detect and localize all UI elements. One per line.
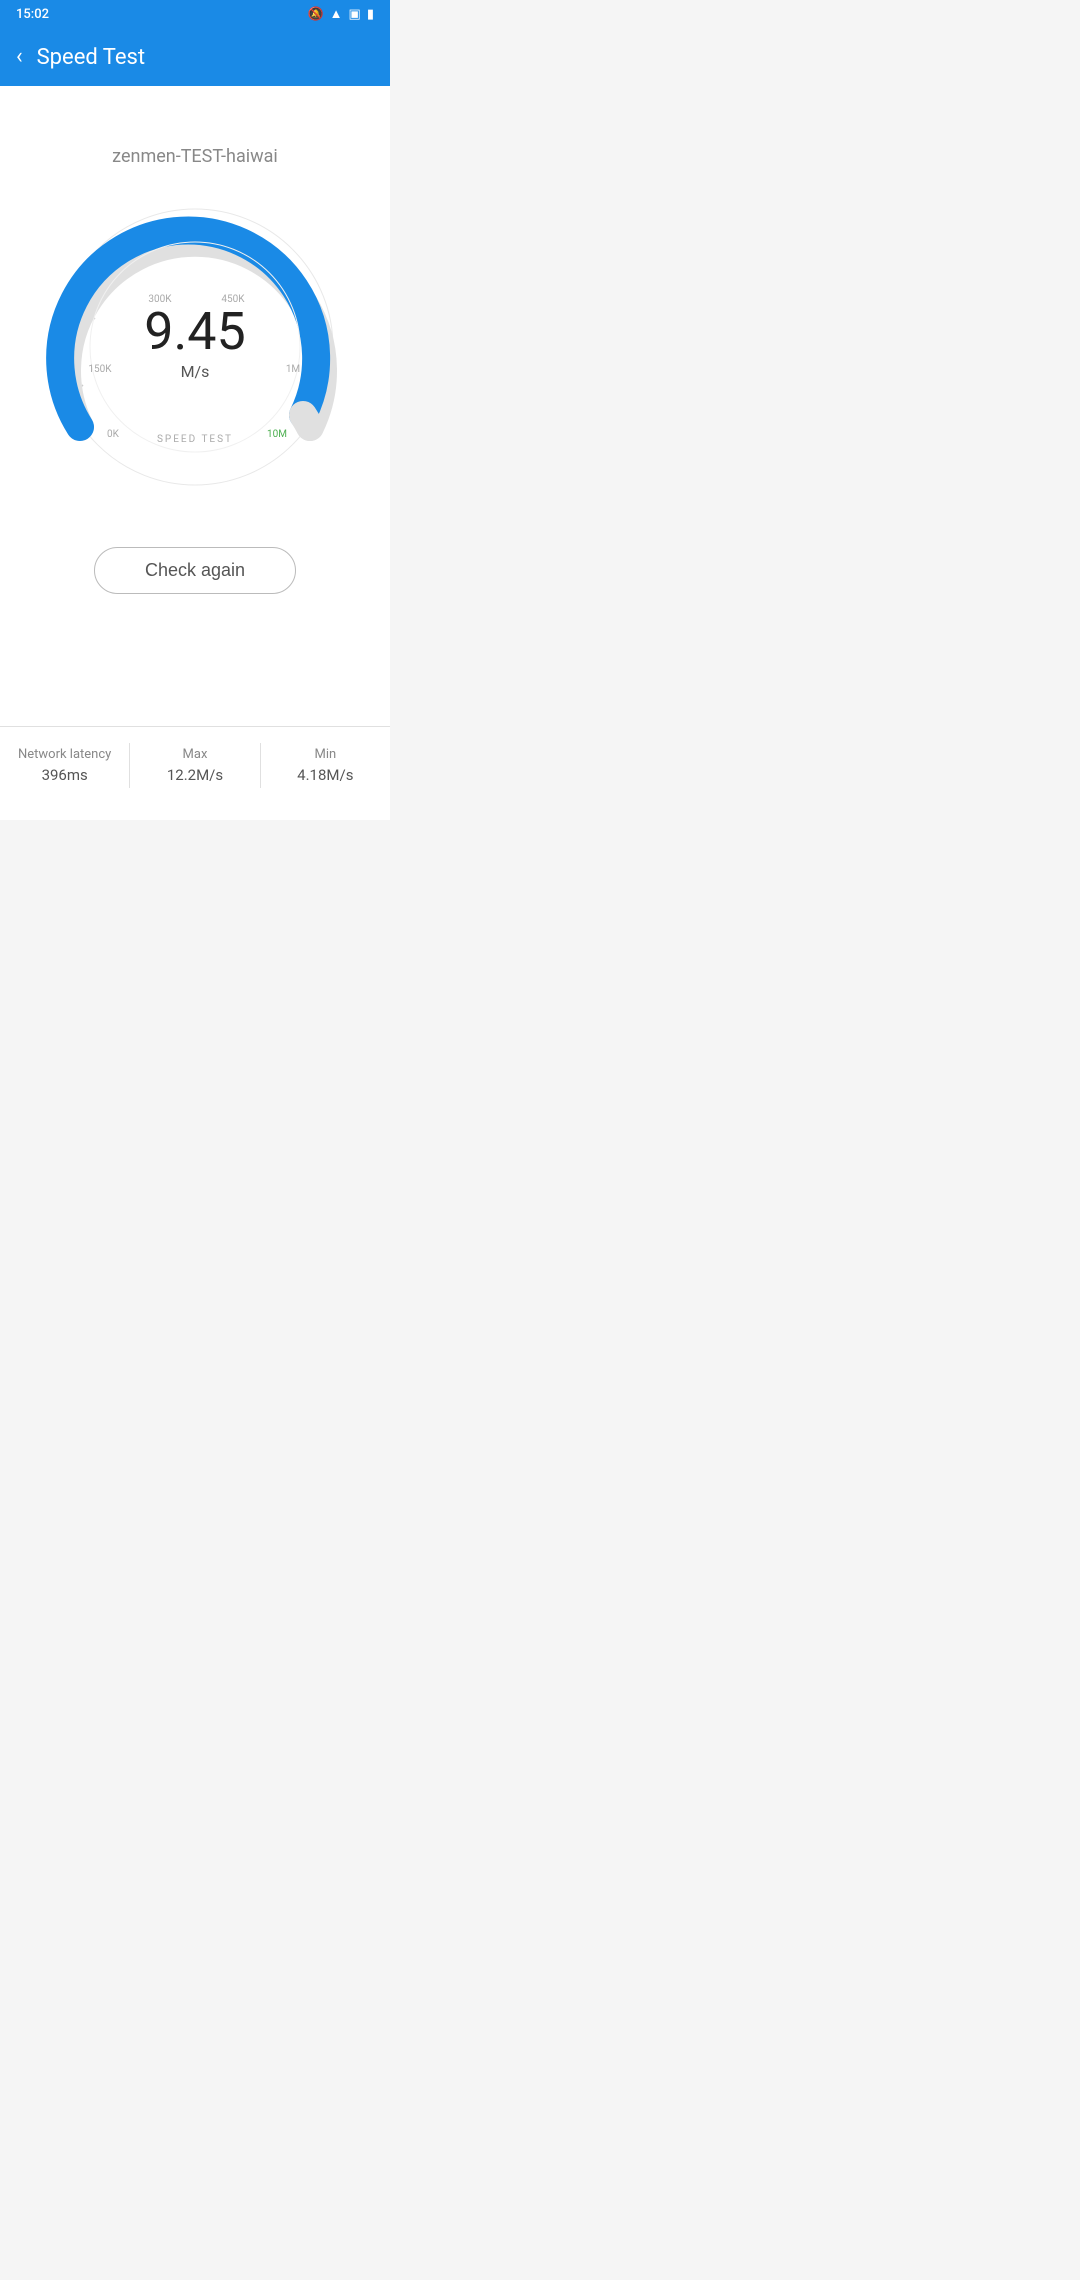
latency-label: Network latency <box>8 747 121 762</box>
speed-gauge: 0K 150K 300K 450K 1M 10M 9.45 M/s SPEED … <box>45 197 345 497</box>
header: ‹ Speed Test <box>0 28 390 86</box>
max-value: 12.2M/s <box>138 766 251 784</box>
speed-display: 9.45 M/s <box>144 306 245 381</box>
check-again-button[interactable]: Check again <box>94 547 296 594</box>
speed-number: 9.45 <box>144 306 245 358</box>
page-title: Speed Test <box>37 45 145 70</box>
bottom-stats: Network latency 396ms Max 12.2M/s Min 4.… <box>0 726 390 798</box>
svg-text:10M: 10M <box>267 429 287 440</box>
svg-text:1M: 1M <box>286 364 300 375</box>
main-content: zenmen-TEST-haiwai <box>0 86 390 726</box>
status-time: 15:02 <box>16 7 49 22</box>
min-value: 4.18M/s <box>269 766 382 784</box>
wifi-icon: ▲ <box>330 6 343 22</box>
status-bar: 15:02 🔕 ▲ ▣ ▮ <box>0 0 390 28</box>
svg-text:150K: 150K <box>88 364 112 375</box>
speed-test-label: SPEED TEST <box>157 434 233 445</box>
latency-value: 396ms <box>8 766 121 784</box>
min-label: Min <box>269 747 382 762</box>
battery-icon: ▮ <box>367 7 374 22</box>
max-stat: Max 12.2M/s <box>130 743 260 788</box>
page-wrapper: 15:02 🔕 ▲ ▣ ▮ ‹ Speed Test zenmen-TEST-h… <box>0 0 390 820</box>
mute-icon: 🔕 <box>307 7 323 22</box>
speed-unit: M/s <box>144 362 245 381</box>
network-name: zenmen-TEST-haiwai <box>112 146 278 167</box>
latency-stat: Network latency 396ms <box>0 743 130 788</box>
status-icons: 🔕 ▲ ▣ ▮ <box>307 6 374 22</box>
screen-icon: ▣ <box>349 7 361 22</box>
min-stat: Min 4.18M/s <box>261 743 390 788</box>
back-button[interactable]: ‹ <box>16 46 23 68</box>
max-label: Max <box>138 747 251 762</box>
svg-text:0K: 0K <box>107 429 120 440</box>
